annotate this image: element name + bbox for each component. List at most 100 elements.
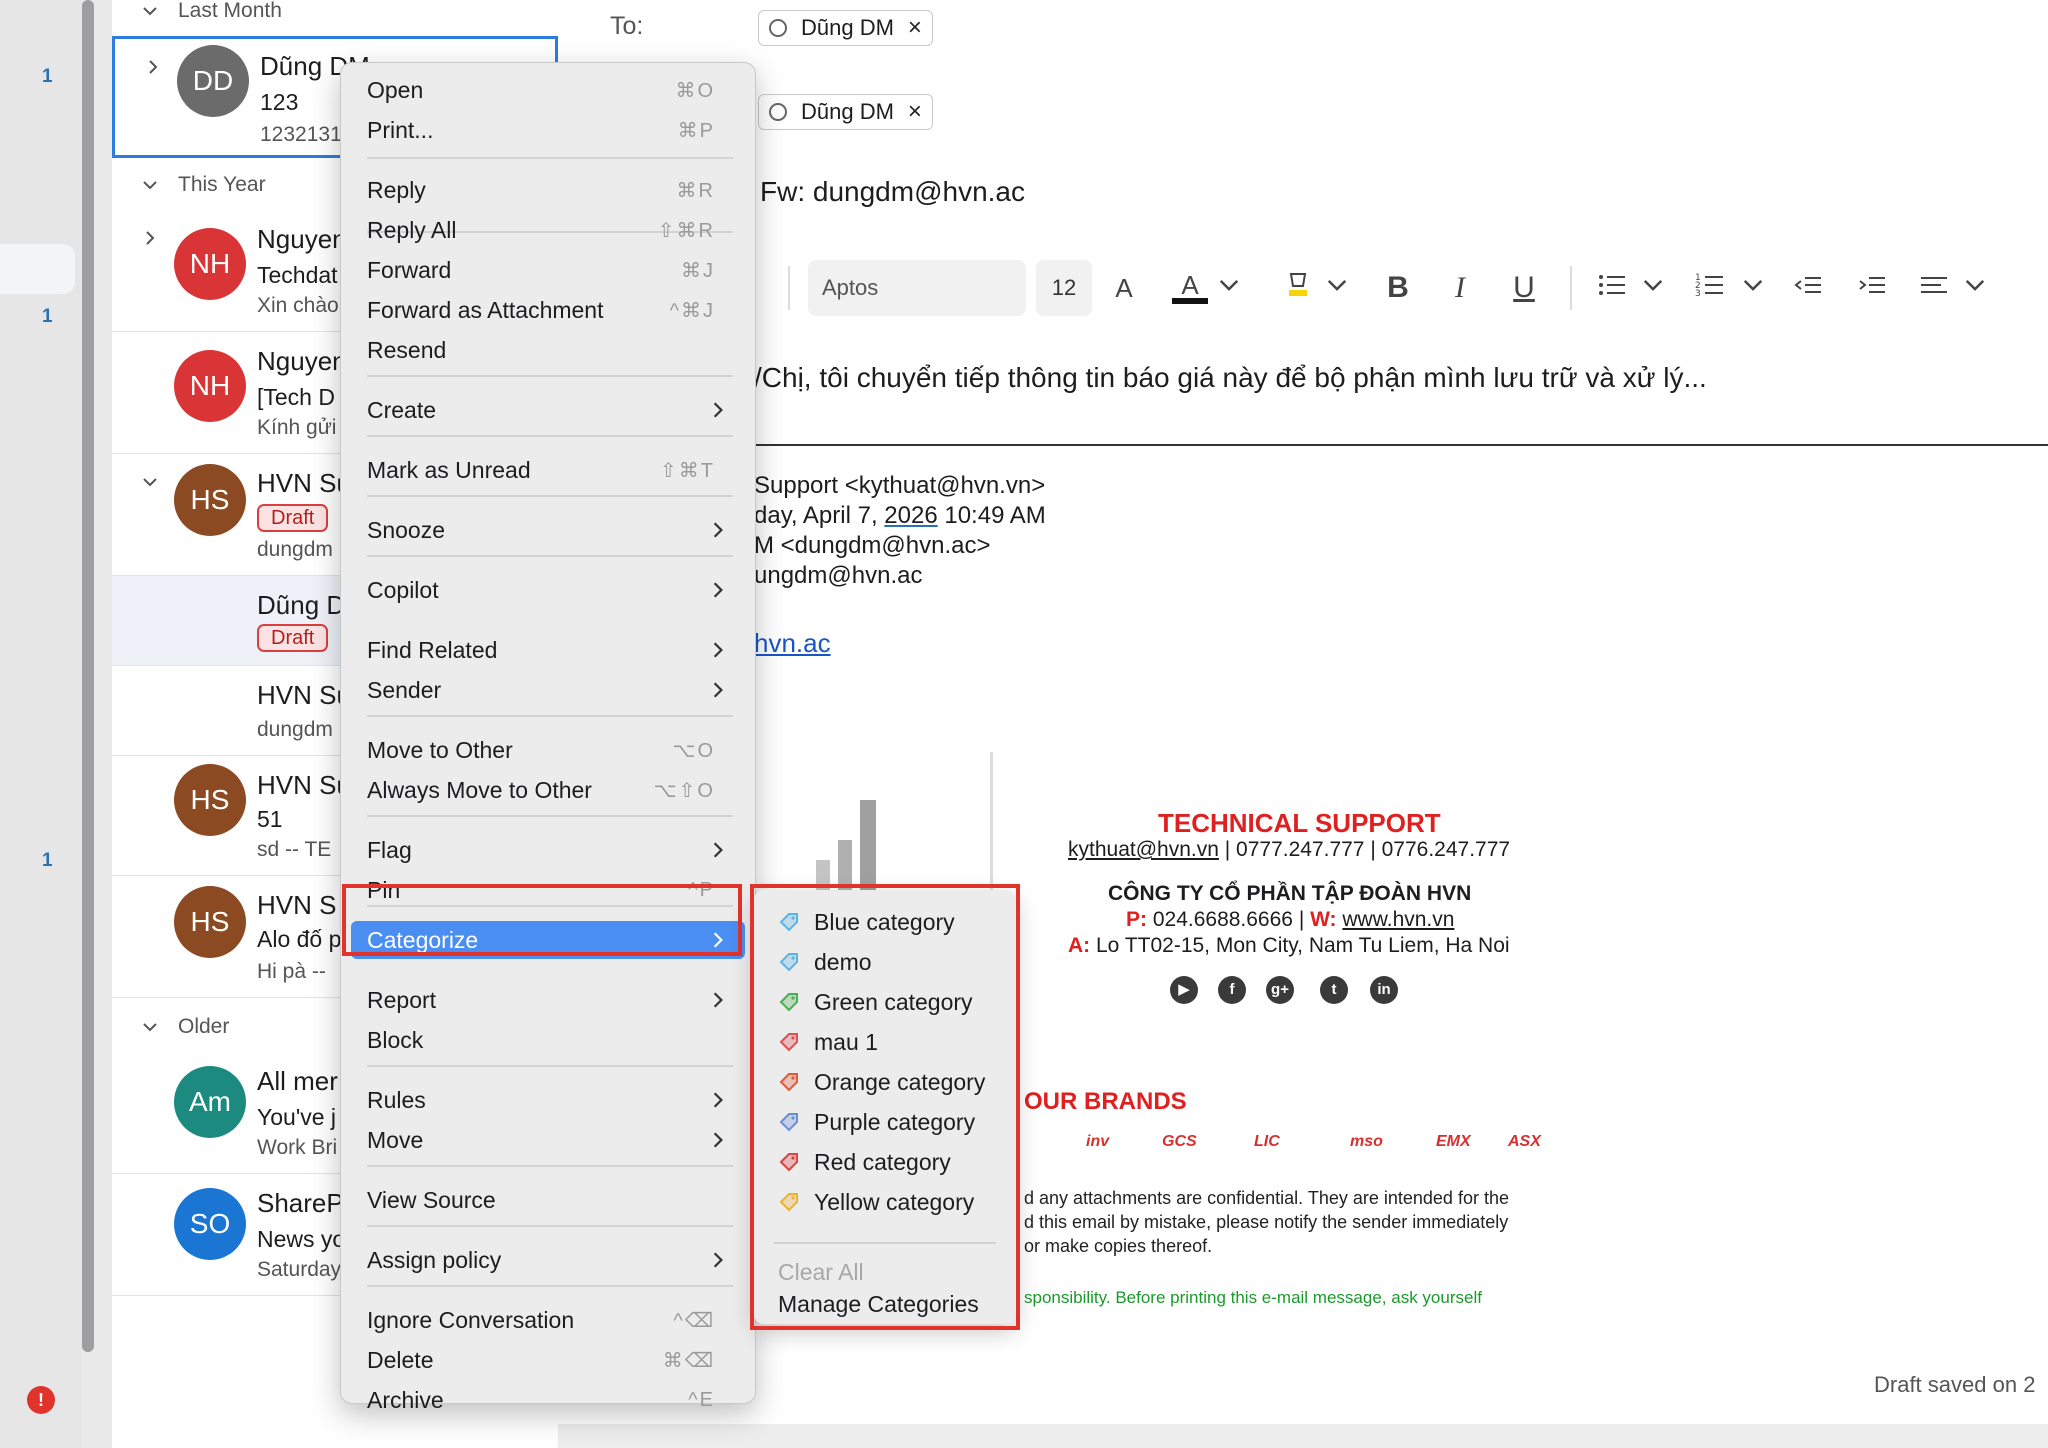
align-icon[interactable] <box>1916 270 1952 306</box>
font-select[interactable]: Aptos <box>808 260 1026 316</box>
menu-item-label: Archive <box>367 1386 444 1413</box>
message-preview: Saturday <box>257 1258 342 1281</box>
italic-icon[interactable]: I <box>1442 270 1478 306</box>
menu-item-open[interactable]: Open ⌘O <box>351 71 745 109</box>
bold-icon[interactable]: B <box>1380 270 1416 306</box>
message-preview: 1232131 <box>260 123 342 146</box>
chevron-right-icon <box>713 522 723 538</box>
linkedin-icon[interactable]: in <box>1370 976 1398 1004</box>
menu-item-sender[interactable]: Sender <box>351 671 745 709</box>
menu-shortcut: ⇧⌘R <box>657 219 715 242</box>
menu-item-rules[interactable]: Rules <box>351 1081 745 1119</box>
remove-recipient-icon[interactable]: × <box>908 14 922 42</box>
cc-recipient-chip[interactable]: Dũng DM × <box>758 94 933 130</box>
menu-item-move-to-other[interactable]: Move to Other ⌥O <box>351 731 745 769</box>
menu-item-label: Create <box>367 396 437 423</box>
menu-item-archive[interactable]: Archive ^E <box>351 1381 745 1419</box>
web-link[interactable]: www.hvn.vn <box>1342 908 1454 931</box>
chevron-down-icon[interactable] <box>1326 274 1348 296</box>
chevron-right-icon <box>713 582 723 598</box>
group-header-last-month[interactable]: Last Month <box>112 0 558 36</box>
menu-item-delete[interactable]: Delete ⌘⌫ <box>351 1341 745 1379</box>
remove-recipient-icon[interactable]: × <box>908 98 922 126</box>
google-plus-icon[interactable]: g+ <box>1266 976 1294 1004</box>
message-subject: News yo <box>257 1226 346 1252</box>
phone-label: P: <box>1126 908 1147 931</box>
menu-item-forward[interactable]: Forward ⌘J <box>351 251 745 289</box>
chevron-right-icon <box>713 1252 723 1268</box>
address-value: Lo TT02-15, Mon City, Nam Tu Liem, Ha No… <box>1090 934 1510 957</box>
menu-item-move[interactable]: Move <box>351 1121 745 1159</box>
menu-item-view-source[interactable]: View Source <box>351 1181 745 1219</box>
brand-logo: EMX <box>1436 1133 1471 1150</box>
menu-item-label: Delete <box>367 1346 434 1373</box>
message-preview: sd -- TE <box>257 838 332 861</box>
menu-shortcut: ^⌘J <box>669 299 715 322</box>
message-subject: Alo đố p <box>257 926 342 952</box>
subject-field[interactable]: Fw: dungdm@hvn.ac <box>760 176 1025 208</box>
chevron-down-icon[interactable] <box>142 474 158 490</box>
numbered-list-icon[interactable]: 123 <box>1692 270 1728 306</box>
text-style-icon[interactable]: A <box>1106 270 1142 306</box>
signature-email[interactable]: kythuat@hvn.vn <box>1068 838 1219 861</box>
chevron-down-icon[interactable] <box>1964 274 1986 296</box>
chevron-down-icon[interactable] <box>1218 274 1240 296</box>
rail-selected-item[interactable] <box>0 244 75 294</box>
menu-item-reply-all[interactable]: Reply All ⇧⌘R <box>351 211 745 249</box>
scrollbar[interactable] <box>82 0 94 1352</box>
chevron-down-icon[interactable] <box>1642 274 1664 296</box>
menu-item-reply[interactable]: Reply ⌘R <box>351 171 745 209</box>
avatar: HS <box>174 886 246 958</box>
forward-from: Support <kythuat@hvn.vn> <box>754 472 1046 499</box>
menu-item-block[interactable]: Block <box>351 1021 745 1059</box>
signature-logo <box>816 800 876 892</box>
annotation-highlight <box>342 884 742 956</box>
menu-separator <box>367 375 733 377</box>
menu-separator <box>367 1065 733 1067</box>
error-icon[interactable]: ! <box>27 1386 55 1414</box>
bullet-list-icon[interactable] <box>1594 270 1630 306</box>
youtube-icon[interactable]: ▶ <box>1170 976 1198 1004</box>
menu-item-create[interactable]: Create <box>351 391 745 429</box>
menu-item-label: Move to Other <box>367 736 513 763</box>
menu-item-copilot[interactable]: Copilot <box>351 571 745 609</box>
menu-item-find-related[interactable]: Find Related <box>351 631 745 669</box>
decrease-indent-icon[interactable] <box>1790 270 1826 306</box>
increase-indent-icon[interactable] <box>1854 270 1890 306</box>
menu-item-assign-policy[interactable]: Assign policy <box>351 1241 745 1279</box>
underline-icon[interactable]: U <box>1506 270 1542 306</box>
menu-item-mark-as-unread[interactable]: Mark as Unread ⇧⌘T <box>351 451 745 489</box>
menu-item-print[interactable]: Print... ⌘P <box>351 111 745 149</box>
chevron-right-icon[interactable] <box>145 59 161 75</box>
window-bottom-bar <box>558 1424 2048 1448</box>
email-link[interactable]: hvn.ac <box>754 628 831 659</box>
recipient-name: Dũng DM <box>801 99 894 124</box>
message-preview: dungdm <box>257 538 333 561</box>
toolbar-divider <box>1570 266 1572 310</box>
twitter-icon[interactable]: t <box>1320 976 1348 1004</box>
sent-time: 10:49 AM <box>937 502 1046 529</box>
menu-item-resend[interactable]: Resend <box>351 331 745 369</box>
body-text[interactable]: /Chị, tôi chuyển tiếp thông tin báo giá … <box>754 362 1707 394</box>
recipient-chip[interactable]: Dũng DM × <box>758 10 933 46</box>
font-color-icon[interactable]: A <box>1172 270 1208 304</box>
menu-item-ignore-conversation[interactable]: Ignore Conversation ^⌫ <box>351 1301 745 1339</box>
menu-item-snooze[interactable]: Snooze <box>351 511 745 549</box>
facebook-icon[interactable]: f <box>1218 976 1246 1004</box>
draft-badge: Draft <box>257 504 329 532</box>
brand-logo: LIC <box>1254 1133 1280 1150</box>
chevron-down-icon <box>143 181 157 190</box>
chevron-right-icon[interactable] <box>142 230 158 246</box>
menu-item-forward-as-attachment[interactable]: Forward as Attachment ^⌘J <box>351 291 745 329</box>
address-label: A: <box>1068 934 1091 957</box>
menu-item-flag[interactable]: Flag <box>351 831 745 869</box>
chevron-right-icon <box>713 682 723 698</box>
forward-to: M <dungdm@hvn.ac> <box>754 532 991 559</box>
menu-item-report[interactable]: Report <box>351 981 745 1019</box>
highlight-icon[interactable] <box>1280 270 1316 306</box>
avatar: DD <box>177 45 249 117</box>
font-size-select[interactable]: 12 <box>1036 260 1092 316</box>
chevron-down-icon[interactable] <box>1742 274 1764 296</box>
menu-item-always-move-to-other[interactable]: Always Move to Other ⌥⇧O <box>351 771 745 809</box>
menu-item-label: Sender <box>367 676 442 703</box>
